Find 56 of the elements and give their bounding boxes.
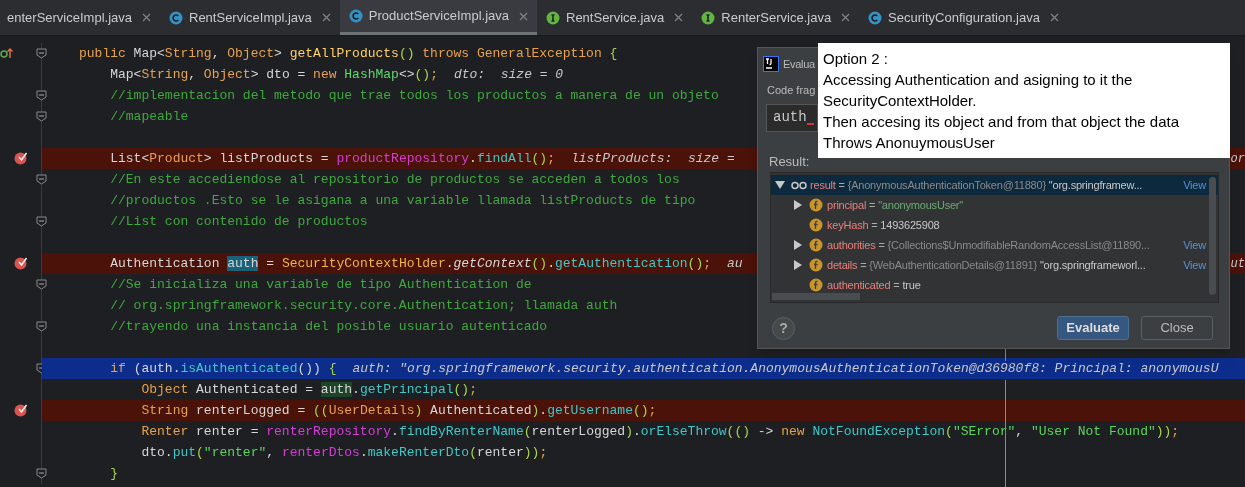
code-comment: //trayendo una instancia del posible usuario autenticado xyxy=(110,317,548,336)
tree-row[interactable]: authorities = {Collections$UnmodifiableRandomAccessList@11890... View xyxy=(789,235,1218,255)
inline-debug-value: au xyxy=(727,254,743,273)
code-line: Object Authenticated = auth.getPrincipal(); xyxy=(141,380,477,399)
editor-tab[interactable]: RenterService.java xyxy=(692,0,860,35)
variable-value: authenticated = true xyxy=(827,277,921,293)
editor-tab[interactable]: RentServiceImpl.java xyxy=(160,0,340,35)
inline-debug-value: listProducts: size = xyxy=(570,149,736,168)
code-comment: //implementacion del metodo que trae todos los productos a manera de un objeto xyxy=(110,86,719,105)
variable-value: keyHash = 1493625908 xyxy=(827,217,940,233)
editor-tab[interactable]: SecurityConfiguration.java xyxy=(859,0,1068,35)
tree-row[interactable]: principal = "anonymousUser" xyxy=(789,195,1218,215)
close-button[interactable]: Close xyxy=(1141,316,1213,340)
annotation-text: Option 2 : xyxy=(823,49,889,69)
dialog-title: Evalua xyxy=(783,56,815,72)
inline-debug-value: ut xyxy=(1230,255,1245,273)
inline-debug-value: dto: size = 0 xyxy=(453,65,564,84)
code-input-field[interactable]: auth xyxy=(766,103,818,132)
code-comment: //En este accediendose al repositorio de productos se acceden a todos los xyxy=(110,170,680,189)
view-link[interactable]: View xyxy=(1179,256,1206,274)
tree-row[interactable]: authenticated = true xyxy=(789,275,1218,295)
code-comment: //productos .Esto se le asigana a una variable llamada listProducts de tipo xyxy=(110,191,696,210)
variable-value: authorities = {Collections$UnmodifiableRandomAccessList@11890... xyxy=(827,237,1150,253)
editor-tab[interactable]: enterServiceImpl.java xyxy=(0,0,160,35)
editor-tab[interactable]: ProductServiceImpl.java xyxy=(339,0,537,35)
inline-debug-value: auth: "org.springframework.security.authentication.AnonymousAuthenticationToken@d36980f8: Principal: anonymousU xyxy=(352,359,1219,378)
field-label: Code frag xyxy=(767,83,816,98)
editor-tab[interactable]: RentService.java xyxy=(537,0,693,35)
code-comment: //Se inicializa una variable de tipo Authentication de xyxy=(110,275,532,294)
code-line: } xyxy=(110,464,119,483)
code-line: Authentication auth = SecurityContextHolder.getContext().getAuthentication(); xyxy=(110,254,711,273)
annotation-text: Throws AnonuymousUser xyxy=(823,133,995,153)
evaluate-button[interactable]: Evaluate xyxy=(1057,316,1129,340)
tree-row[interactable]: details = {WebAuthenticationDetails@11891} "org.springframeworl... View xyxy=(789,255,1218,275)
variable-value: result = {AnonymousAuthenticationToken@11880} "org.springframew... xyxy=(810,177,1143,193)
code-line: Map<String, Object> dto = new HashMap<>(); xyxy=(110,65,438,84)
code-line: if (auth.isAuthenticated()) { xyxy=(110,359,337,378)
code-comment: // org.springframework.security.core.Authentication; llamada auth xyxy=(110,296,618,315)
help-button[interactable]: ? xyxy=(772,316,795,340)
code-line: List<Product> listProducts = productRepository.findAll(); xyxy=(110,149,555,168)
variable-value: principal = "anonymousUser" xyxy=(827,197,964,213)
variable-value: details = {WebAuthenticationDetails@11891} "org.springframeworl... xyxy=(827,257,1146,273)
code-line: dto.put("renter", renterDtos.makeRenterDto(renter)); xyxy=(141,443,548,462)
code-comment: //mapeable xyxy=(110,107,189,126)
view-link[interactable]: View xyxy=(1179,236,1206,254)
annotation-text: Then accesing its object and from that object the data xyxy=(823,112,1180,132)
code-comment: //List con contenido de productos xyxy=(110,212,368,231)
tree-row[interactable]: result = {AnonymousAuthenticationToken@11880} "org.springframew... View xyxy=(771,175,1218,195)
annotation-text: SecurityContextHolder. xyxy=(823,91,977,111)
code-line: String renterLogged = ((UserDetails) Authenticated).getUsername(); xyxy=(141,401,657,420)
annotation-text: Accessing Authentication and asigning to it the xyxy=(823,70,1133,90)
code-line: public Map<String, Object> getAllProducts() throws GeneralException { xyxy=(79,44,618,63)
result-label: Result: xyxy=(769,152,810,171)
view-link[interactable]: View xyxy=(1179,176,1206,194)
tree-row[interactable]: keyHash = 1493625908 xyxy=(789,215,1218,235)
inline-debug-value: or xyxy=(1230,150,1245,168)
